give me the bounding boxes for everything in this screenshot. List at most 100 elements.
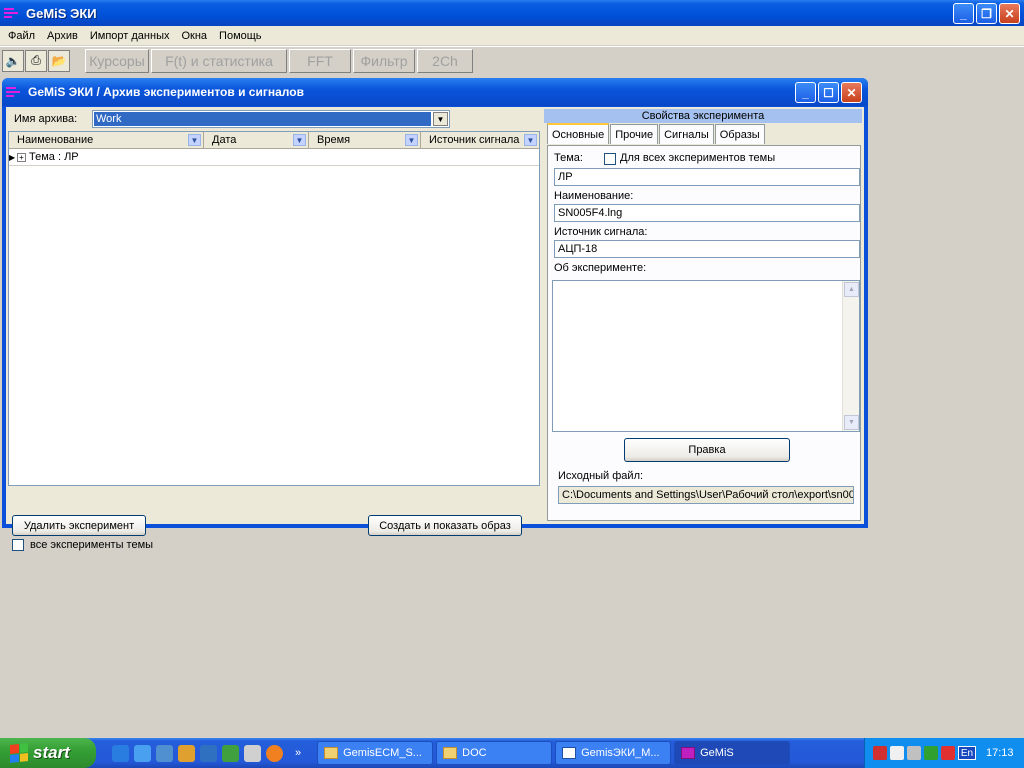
all-experiments-checkbox[interactable] (12, 539, 24, 551)
source-file-field[interactable]: C:\Documents and Settings\User\Рабочий с… (558, 486, 854, 504)
app-shortcut-icon[interactable] (178, 744, 195, 762)
column-filter-icon[interactable]: ▼ (188, 134, 201, 146)
start-button[interactable]: start (0, 738, 96, 768)
name-label: Наименование: (554, 190, 634, 202)
ie-icon[interactable] (112, 744, 129, 762)
child-close-button[interactable]: ✕ (841, 82, 862, 103)
tab-images[interactable]: Образы (714, 124, 765, 144)
theme-label: Тема: (554, 152, 583, 164)
quick-launch (112, 744, 283, 762)
column-header-date[interactable]: Дата ▼ (204, 132, 309, 148)
print-icon[interactable]: ⎙ (25, 49, 47, 72)
expand-icon[interactable]: + (17, 152, 26, 162)
scroll-up-icon[interactable]: ▲ (844, 282, 859, 297)
chevron-right-icon[interactable]: » (295, 747, 301, 759)
tray-icon[interactable] (924, 746, 938, 760)
app-shortcut-icon[interactable] (244, 744, 261, 762)
chevron-down-icon[interactable]: ▼ (433, 112, 448, 126)
folder-icon (324, 747, 339, 759)
open-folder-icon[interactable]: 📂 (48, 49, 70, 72)
menu-windows[interactable]: Окна (175, 30, 213, 42)
about-label: Об эксперименте: (554, 262, 647, 274)
filter-button[interactable]: Фильтр (353, 48, 415, 73)
tray-icon[interactable] (941, 746, 955, 760)
delete-experiment-button[interactable]: Удалить эксперимент (12, 515, 146, 536)
menu-file[interactable]: Файл (2, 30, 41, 42)
word-icon (562, 747, 577, 759)
gemis-icon (681, 747, 696, 759)
source-label: Источник сигнала: (554, 226, 648, 238)
network-icon[interactable] (156, 744, 173, 762)
taskbar-item-gemis[interactable]: GeMiS (674, 741, 791, 765)
media-player-icon[interactable] (266, 744, 283, 762)
taskbar-item-gemisecm[interactable]: GemisECM_S... (317, 741, 434, 765)
theme-all-checkbox[interactable] (604, 153, 616, 165)
speaker-icon[interactable]: 🔈 (2, 49, 24, 72)
taskbar-item-word-doc[interactable]: GemisЭКИ_M... (555, 741, 672, 765)
group-label: Тема : ЛР (29, 151, 79, 163)
theme-all-label: Для всех экспериментов темы (620, 152, 776, 164)
tray-icon[interactable] (907, 746, 921, 760)
experiments-grid[interactable]: Наименование ▼ Дата ▼ Время ▼ Источник сигн… (8, 131, 540, 486)
about-textarea[interactable]: ▲ ▼ (552, 280, 860, 432)
scroll-down-icon[interactable]: ▼ (844, 415, 859, 430)
minimize-button[interactable]: _ (953, 3, 974, 24)
name-field[interactable]: SN005F4.lng (554, 204, 860, 222)
language-indicator[interactable]: En (958, 746, 976, 760)
archive-window: GeMiS ЭКИ / Архив экспериментов и сигнал… (2, 78, 868, 551)
taskbar-item-doc[interactable]: DOC (436, 741, 553, 765)
fft-button[interactable]: FFT (289, 48, 351, 73)
taskbar: start » GemisECM_S... DOC GemisЭКИ_M... … (0, 738, 1024, 768)
clock: 17:13 (986, 747, 1014, 759)
row-indicator-icon: ▶ (9, 152, 16, 162)
all-experiments-row: все эксперименты темы (12, 539, 153, 551)
menu-import[interactable]: Импорт данных (84, 30, 176, 42)
column-filter-icon[interactable]: ▼ (293, 134, 306, 146)
app-shortcut-icon[interactable] (222, 744, 239, 762)
archive-name-value: Work (94, 112, 431, 126)
column-filter-icon[interactable]: ▼ (405, 134, 418, 146)
column-header-name[interactable]: Наименование ▼ (9, 132, 204, 148)
tab-signals[interactable]: Сигналы (659, 124, 714, 144)
tray-icon[interactable] (890, 746, 904, 760)
app-shortcut-icon[interactable] (200, 744, 217, 762)
tray-icon[interactable] (873, 746, 887, 760)
gemis-window-icon (6, 86, 22, 98)
gemis-app-icon (4, 7, 20, 19)
close-button[interactable]: ✕ (999, 3, 1020, 24)
edit-button[interactable]: Правка (624, 438, 790, 462)
folder-icon (443, 747, 458, 759)
tab-main[interactable]: Основные (547, 123, 610, 144)
restore-button[interactable]: ❐ (976, 3, 997, 24)
app-title: GeMiS ЭКИ (26, 5, 97, 21)
create-image-button[interactable]: Создать и показать образ (368, 515, 522, 536)
menu-archive[interactable]: Архив (41, 30, 84, 42)
experiment-properties-panel: Свойства эксперимента Основные Прочие Си… (544, 109, 862, 521)
theme-field[interactable]: ЛР (554, 168, 860, 186)
tab-other[interactable]: Прочие (610, 124, 659, 144)
all-experiments-label: все эксперименты темы (30, 539, 154, 551)
ft-statistics-button[interactable]: F(t) и статистика (151, 48, 287, 73)
column-header-time[interactable]: Время ▼ (309, 132, 421, 148)
memo-scrollbar[interactable]: ▲ ▼ (842, 281, 859, 431)
two-channel-button[interactable]: 2Ch (417, 48, 473, 73)
archive-window-title-bar[interactable]: GeMiS ЭКИ / Архив экспериментов и сигнал… (2, 78, 868, 106)
main-title-bar[interactable]: GeMiS ЭКИ _ ❐ ✕ (0, 0, 1024, 26)
toolbar: 🔈 ⎙ 📂 Курсоры F(t) и статистика FFT Филь… (0, 46, 1024, 74)
menu-bar: Файл Архив Импорт данных Окна Помощь (0, 26, 1024, 45)
table-row[interactable]: ▶ + Тема : ЛР (9, 149, 539, 166)
windows-logo-icon (10, 743, 28, 763)
column-filter-icon[interactable]: ▼ (524, 134, 537, 146)
source-file-label: Исходный файл: (558, 470, 644, 482)
archive-window-title: GeMiS ЭКИ / Архив экспериментов и сигнал… (28, 85, 304, 99)
properties-title: Свойства эксперимента (544, 109, 862, 123)
child-maximize-button[interactable]: ☐ (818, 82, 839, 103)
source-field[interactable]: АЦП-18 (554, 240, 860, 258)
menu-help[interactable]: Помощь (213, 30, 268, 42)
column-header-source[interactable]: Источник сигнала ▼ (421, 132, 539, 148)
browser-icon[interactable] (134, 744, 151, 762)
archive-name-select[interactable]: Work ▼ (92, 110, 450, 128)
child-minimize-button[interactable]: _ (795, 82, 816, 103)
tab-main-body: Тема: Для всех экспериментов темы ЛР Наи… (547, 145, 861, 521)
cursors-button[interactable]: Курсоры (85, 48, 149, 73)
